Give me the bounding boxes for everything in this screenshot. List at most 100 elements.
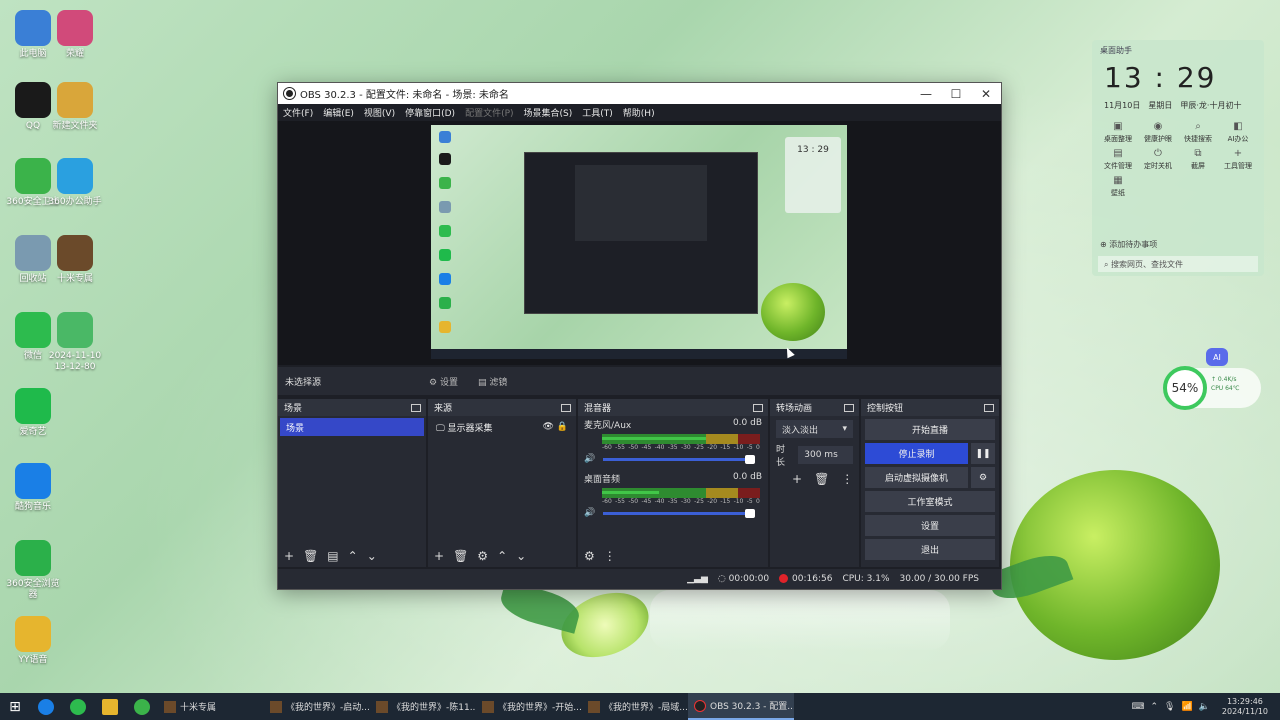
menu-edit[interactable]: 编辑(E) — [323, 106, 354, 119]
start-button[interactable]: ⊞ — [0, 693, 30, 720]
start-streaming-button[interactable]: 开始直播 — [865, 419, 995, 440]
tray-expand-icon[interactable]: ⌃ — [1150, 702, 1158, 712]
exit-button[interactable]: 退出 — [865, 539, 995, 560]
app-icon — [57, 312, 93, 348]
desktop-icon[interactable]: YY语音 — [3, 616, 63, 666]
add-todo-button[interactable]: ⊕ 添加待办事项 — [1100, 239, 1157, 250]
virtual-camera-settings-icon[interactable]: ⚙ — [971, 467, 995, 488]
widget-tool-item[interactable]: ◉ 健康护眼 — [1138, 121, 1178, 144]
keyboard-icon[interactable]: ⌨ — [1131, 702, 1144, 712]
remove-scene-icon[interactable]: 🗑 — [303, 549, 318, 563]
menu-docks[interactable]: 停靠窗口(D) — [405, 106, 455, 119]
360-taskbar-icon[interactable] — [62, 693, 94, 720]
kugou-taskbar-icon[interactable] — [30, 693, 62, 720]
close-button[interactable]: ✕ — [971, 87, 1001, 101]
menu-file[interactable]: 文件(F) — [283, 106, 313, 119]
settings-button[interactable]: 设置 — [865, 515, 995, 536]
widget-tool-item[interactable]: + 工具管理 — [1218, 148, 1258, 171]
ai-assistant-button[interactable]: AI — [1206, 348, 1228, 366]
widget-search-input[interactable]: ⌕ 搜索网页、查找文件 — [1098, 256, 1258, 272]
transition-select[interactable]: 淡入淡出 ▾ — [776, 420, 853, 438]
menu-scene-collection[interactable]: 场景集合(S) — [524, 106, 573, 119]
taskbar-app[interactable]: OBS 30.2.3 - 配置... — [688, 693, 794, 720]
taskbar-app[interactable]: 十米专属 — [158, 693, 264, 720]
volume-slider-knob[interactable] — [745, 454, 756, 464]
taskbar-app[interactable]: 《我的世界》-局域... — [582, 693, 688, 720]
file-explorer-icon[interactable] — [94, 693, 126, 720]
pause-recording-icon[interactable]: ❚❚ — [971, 443, 995, 464]
source-properties-icon[interactable]: ⚙ — [477, 549, 488, 563]
lock-icon[interactable]: 🔒 — [557, 422, 568, 432]
meter-tick: -50 — [628, 444, 639, 451]
scene-item[interactable]: 场景 — [280, 418, 424, 436]
move-down-icon[interactable]: ⌄ — [516, 549, 526, 563]
browser-taskbar-icon[interactable] — [126, 693, 158, 720]
desktop-icon[interactable]: 爱奇艺 — [3, 388, 63, 438]
add-source-icon[interactable]: + — [434, 549, 444, 563]
start-virtual-camera-button[interactable]: 启动虚拟摄像机 — [865, 467, 968, 488]
mini-desktop-icon — [439, 273, 451, 285]
source-settings-button[interactable]: ⚙ 设置 — [423, 372, 464, 391]
network-icon[interactable]: 📶 — [1181, 702, 1192, 712]
desktop-icon[interactable]: 360办公助手 — [45, 158, 105, 208]
duration-input[interactable]: 300 ms — [798, 446, 853, 464]
taskbar-clock[interactable]: 13:29:46 2024/11/10 — [1216, 697, 1274, 717]
volume-slider[interactable] — [603, 454, 756, 464]
stop-recording-button[interactable]: 停止录制 — [865, 443, 968, 464]
undock-icon[interactable] — [411, 403, 421, 412]
add-scene-icon[interactable]: + — [284, 549, 294, 563]
taskbar-app[interactable]: 《我的世界》-陈11... — [370, 693, 476, 720]
menu-tools[interactable]: 工具(T) — [582, 106, 613, 119]
desktop-icon[interactable]: 酷狗音乐 — [3, 463, 63, 513]
desktop-icon[interactable]: 2024-11-10 13-12-80 — [45, 312, 105, 373]
maximize-button[interactable]: ☐ — [941, 87, 971, 101]
meter-tick: -60 — [602, 498, 612, 505]
menu-help[interactable]: 帮助(H) — [623, 106, 655, 119]
undock-icon[interactable] — [561, 403, 571, 412]
minimize-button[interactable]: — — [911, 87, 941, 101]
taskbar-app[interactable]: 《我的世界》-开始... — [476, 693, 582, 720]
mixer-menu-icon[interactable]: ⋮ — [604, 549, 616, 563]
preview-canvas[interactable]: 13 : 29 — [278, 121, 1001, 365]
add-transition-icon[interactable]: + — [792, 472, 802, 486]
performance-widget[interactable]: 54% ↑ 0.4K/s CPU 64℃ — [1163, 366, 1261, 410]
desktop-icon[interactable]: 荣耀 — [45, 10, 105, 60]
scene-filters-icon[interactable]: ▤ — [327, 549, 338, 563]
widget-tool-item[interactable]: ⏻ 定时关机 — [1138, 148, 1178, 171]
speaker-icon[interactable]: 🔊 — [584, 454, 595, 464]
desktop-icon[interactable]: 360安全浏览器 — [3, 540, 63, 601]
meter-tick: -25 — [694, 444, 704, 451]
studio-mode-button[interactable]: 工作室模式 — [865, 491, 995, 512]
widget-tool-item[interactable]: ▤ 文件管理 — [1098, 148, 1138, 171]
move-up-icon[interactable]: ⌃ — [497, 549, 507, 563]
volume-slider[interactable] — [603, 508, 756, 518]
advanced-audio-icon[interactable]: ⚙ — [584, 549, 595, 563]
move-down-icon[interactable]: ⌄ — [367, 549, 377, 563]
volume-slider-knob[interactable] — [745, 508, 756, 518]
undock-icon[interactable] — [984, 403, 994, 412]
undock-icon[interactable] — [844, 403, 854, 412]
meter-tick: -60 — [602, 444, 612, 451]
microphone-icon[interactable]: 🎙 — [1164, 702, 1175, 712]
obs-titlebar[interactable]: OBS 30.2.3 - 配置文件: 未命名 - 场景: 未命名 — ☐ ✕ — [278, 83, 1001, 104]
desktop-icon[interactable]: 新建文件夹 — [45, 82, 105, 132]
volume-icon[interactable]: 🔈 — [1199, 702, 1210, 712]
desktop-icon[interactable]: 十米专属 — [45, 235, 105, 285]
remove-transition-icon[interactable]: 🗑 — [814, 472, 829, 486]
widget-tool-item[interactable]: ⧉ 截屏 — [1178, 148, 1218, 171]
source-filters-button[interactable]: ▤ 滤镜 — [472, 372, 513, 391]
widget-tool-item[interactable]: ⌕ 快捷搜索 — [1178, 121, 1218, 144]
menu-view[interactable]: 视图(V) — [364, 106, 395, 119]
taskbar-app[interactable]: 《我的世界》-启动... — [264, 693, 370, 720]
widget-tool-item[interactable]: ▣ 桌面整理 — [1098, 121, 1138, 144]
widget-tool-item[interactable]: ◧ AI办公 — [1218, 121, 1258, 144]
transition-menu-icon[interactable]: ⋮ — [841, 472, 853, 486]
remove-source-icon[interactable]: 🗑 — [453, 549, 468, 563]
widget-tool-item[interactable]: ▦ 壁纸 — [1098, 175, 1138, 198]
undock-icon[interactable] — [753, 403, 763, 412]
move-up-icon[interactable]: ⌃ — [348, 549, 358, 563]
visibility-eye-icon[interactable]: 👁 — [542, 422, 553, 432]
speaker-icon[interactable]: 🔊 — [584, 508, 595, 518]
source-item[interactable]: 🖵 显示器采集 👁 🔒 — [430, 418, 574, 436]
menu-profile[interactable]: 配置文件(P) — [465, 106, 513, 119]
